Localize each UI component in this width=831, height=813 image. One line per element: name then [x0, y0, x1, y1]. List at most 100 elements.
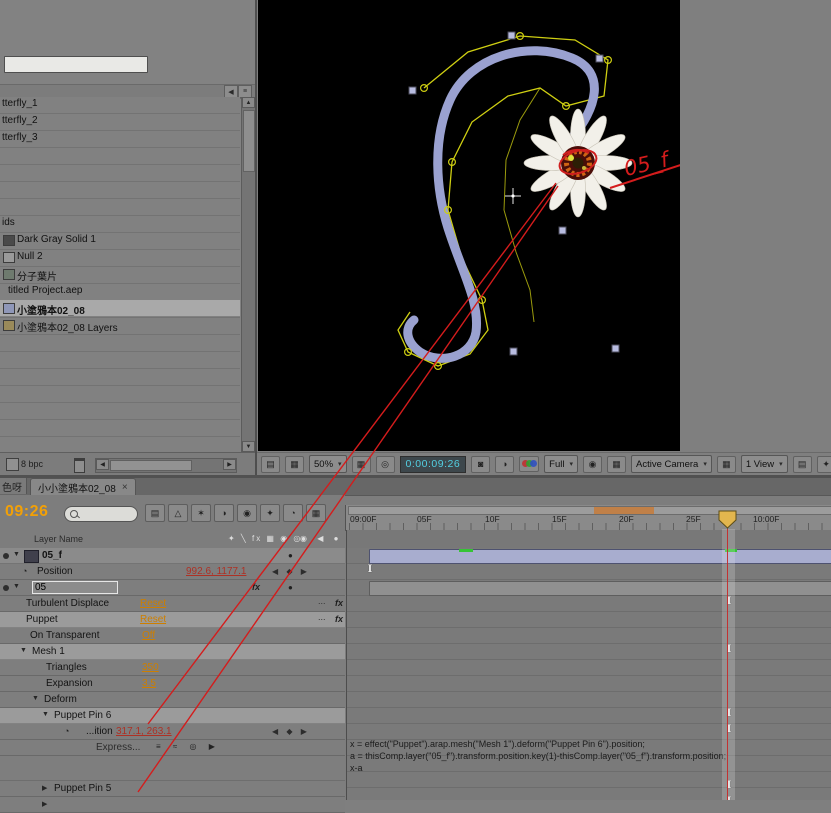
switches-column-icons[interactable]: ✦ ╲ fx ▦ ◉ ◎ — [228, 534, 302, 543]
item-label[interactable]: 小塗鴉本02_08 Layers — [17, 319, 118, 334]
timeline-row-position[interactable]: ◔ Position 992.6, 1177.1 ◀ ◆ ▶ — [0, 564, 345, 580]
property-label[interactable]: Position — [37, 566, 73, 577]
brainstorm-icon[interactable]: ✦ — [260, 504, 280, 522]
scroll-down-icon[interactable]: ▼ — [242, 441, 255, 452]
shy-icon[interactable]: ✶ — [191, 504, 211, 522]
comp-flowchart-icon[interactable]: ▤ — [145, 504, 165, 522]
keyframe-marker[interactable]: I — [725, 724, 733, 735]
item-label[interactable]: 小塗鴉本02_08 — [17, 302, 85, 317]
close-icon[interactable]: × — [122, 482, 128, 493]
project-item-selected[interactable]: 小塗鴉本02_08 — [0, 300, 240, 316]
project-item[interactable]: tterfly_1 — [0, 96, 240, 112]
group-label[interactable]: Puppet Pin 5 — [54, 783, 111, 794]
brush-stroke[interactable] — [408, 51, 595, 359]
group-label[interactable]: Mesh 1 — [32, 646, 65, 657]
auto-keyframe-icon[interactable]: ◔ — [283, 504, 303, 522]
item-label[interactable]: tterfly_3 — [2, 132, 38, 143]
transparency-grid-icon[interactable]: ▦ — [607, 456, 626, 473]
timeline-row-puppet-pin-5[interactable]: ▶ Puppet Pin 5 — [0, 781, 345, 797]
timeline-row-expansion[interactable]: Expansion 3.5 — [0, 676, 345, 692]
expression-label[interactable]: Express... — [96, 742, 140, 753]
timeline-row-layer-05f[interactable]: ▼ 05_f ● — [0, 548, 345, 564]
timeline-row-partial[interactable]: ▶ — [0, 797, 345, 813]
snapshot-icon[interactable]: ◙ — [471, 456, 490, 473]
target-region-icon[interactable]: ◉ — [583, 456, 602, 473]
project-item[interactable]: Dark Gray Solid 1 — [0, 232, 240, 248]
view-layout-icon[interactable]: ▦ — [717, 456, 736, 473]
layer-name-header[interactable]: Layer Name — [34, 534, 83, 544]
twirl-icon[interactable]: ▼ — [42, 711, 49, 718]
project-item[interactable]: tterfly_3 — [0, 130, 240, 146]
grid-guides-icon[interactable]: ▦ — [352, 456, 371, 473]
twirl-icon[interactable]: ▶ — [42, 784, 47, 792]
scroll-right-icon[interactable]: ▶ — [223, 459, 236, 470]
trash-icon[interactable] — [74, 458, 85, 473]
timeline-search-input[interactable] — [64, 506, 138, 522]
bit-depth-label[interactable]: 8 bpc — [21, 459, 43, 469]
group-label[interactable]: Puppet Pin 6 — [54, 710, 111, 721]
timeline-row-puppet-pin-6[interactable]: ▼ Puppet Pin 6 — [0, 708, 345, 724]
layer-duration-bar-05f[interactable] — [369, 549, 831, 564]
item-label[interactable]: ids — [2, 217, 15, 228]
eye-icon[interactable] — [3, 585, 9, 591]
item-label[interactable]: 分子葉片 — [17, 268, 57, 283]
project-item[interactable]: Null 2 — [0, 249, 240, 265]
graph-editor-icon[interactable]: ▦ — [306, 504, 326, 522]
draft-3d-icon[interactable]: △ — [168, 504, 188, 522]
project-item[interactable]: tterfly_2 — [0, 113, 240, 129]
fx-switch-icon[interactable]: fx — [252, 582, 260, 592]
scroll-left-icon[interactable]: ◀ — [96, 459, 109, 470]
layer-duration-bar-05[interactable] — [369, 581, 831, 596]
keyframe-marker[interactable]: I — [725, 644, 733, 655]
twirl-icon[interactable]: ▼ — [20, 647, 27, 654]
work-area-marker[interactable] — [594, 507, 654, 514]
property-value[interactable]: 992.6, 1177.1 — [186, 566, 246, 577]
keyframe-marker[interactable]: I — [366, 564, 374, 575]
av-column-icons[interactable]: ◉ ◀ ● — [300, 534, 342, 543]
item-label[interactable]: Null 2 — [17, 251, 43, 262]
current-time-display[interactable]: 09:26 — [5, 503, 48, 521]
timeline-row-deform[interactable]: ▼ Deform — [0, 692, 345, 708]
time-ruler[interactable]: 09:00F 05F 10F 15F 20F 25F 10:00F — [345, 505, 831, 531]
property-label[interactable]: Expansion — [46, 678, 93, 689]
group-label[interactable]: Deform — [44, 694, 77, 705]
project-filter-input[interactable] — [4, 56, 148, 73]
options-dots[interactable]: ... — [318, 612, 326, 622]
layer-name[interactable]: 05_f — [42, 550, 62, 561]
scroll-up-icon[interactable]: ▲ — [242, 97, 255, 108]
twirl-icon[interactable]: ▼ — [13, 551, 20, 558]
timeline-row-on-transparent[interactable]: On Transparent Off — [0, 628, 345, 644]
property-label[interactable]: Triangles — [46, 662, 87, 673]
keyframe-marker[interactable]: I — [725, 780, 733, 791]
keyframe-marker[interactable]: I — [725, 796, 733, 800]
scrollbar-thumb[interactable] — [243, 110, 255, 172]
timeline-row-puppet[interactable]: Puppet Reset ... fx — [0, 612, 345, 628]
bit-depth-icon[interactable] — [6, 458, 19, 471]
project-vertical-scrollbar[interactable]: ▲ ▼ — [241, 97, 255, 452]
keyframe-nav[interactable]: ◀ ◆ ▶ — [272, 727, 310, 736]
project-horizontal-scrollbar[interactable]: ◀ ▶ — [95, 458, 237, 473]
layer-name-edit-field[interactable]: 05 — [32, 581, 118, 594]
show-channel-icon[interactable] — [519, 456, 539, 472]
flower-image[interactable] — [524, 109, 632, 217]
expression-toolbar-icons[interactable]: ≡ ≈ ◎ ▶ — [156, 742, 220, 751]
timeline-tab-active[interactable]: 小小塗鴉本02_08 × — [30, 478, 136, 495]
timeline-row-layer-05[interactable]: ▼ 05 ● fx — [0, 580, 345, 596]
property-value[interactable]: 350 — [142, 662, 159, 673]
effect-label[interactable]: Puppet — [26, 614, 58, 625]
property-label[interactable]: On Transparent — [30, 630, 99, 641]
view-dropdown[interactable]: 1 View ▾ — [741, 455, 788, 473]
keyframe-nav[interactable]: ◀ ◆ ▶ — [272, 567, 310, 576]
project-item[interactable]: ids — [0, 215, 240, 231]
project-item[interactable]: titled Project.aep — [0, 283, 240, 299]
timeline-tab-fragment[interactable]: 色呀 — [0, 478, 27, 494]
timeline-row-expression[interactable]: Express... ≡ ≈ ◎ ▶ — [0, 740, 345, 756]
timeline-track-area[interactable]: I I I I I I I x = effect("Puppet").arap.… — [346, 530, 831, 800]
item-label[interactable]: titled Project.aep — [8, 285, 83, 296]
effect-label[interactable]: Turbulent Displace — [26, 598, 109, 609]
stopwatch-icon[interactable]: ◔ — [64, 726, 69, 736]
property-value[interactable]: Off — [142, 630, 155, 641]
show-snapshot-icon[interactable]: ◑ — [495, 456, 514, 473]
twirl-icon[interactable]: ▼ — [13, 583, 20, 590]
stopwatch-icon[interactable]: ◔ — [22, 566, 27, 576]
